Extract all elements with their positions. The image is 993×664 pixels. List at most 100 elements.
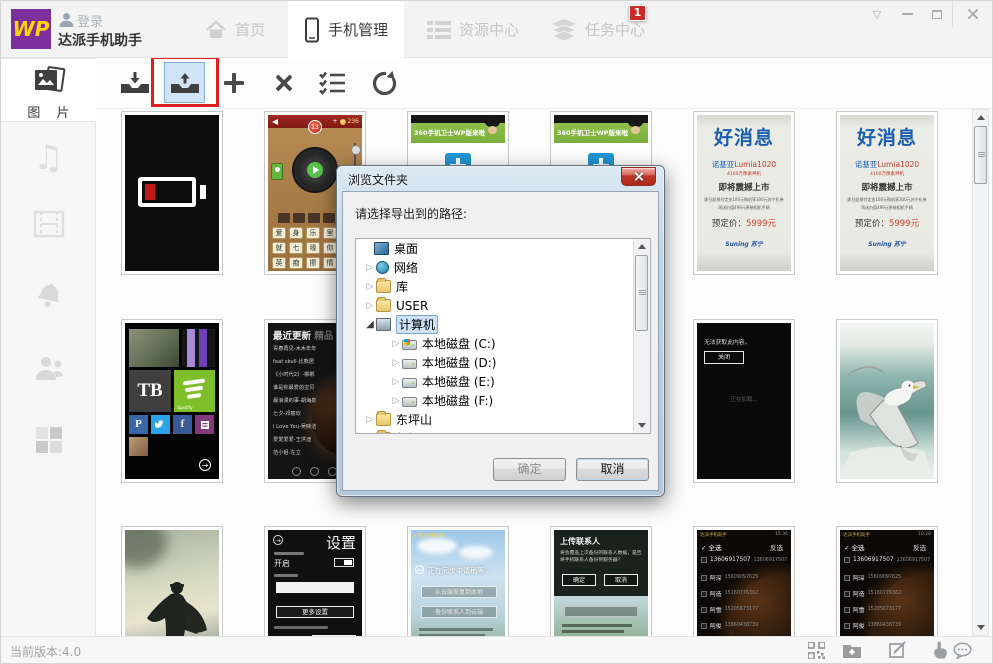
photo-tile xyxy=(129,437,148,456)
photo-thumbnail-start-screen[interactable]: TB Spotify P f → xyxy=(121,319,223,483)
expander-collapsed-icon[interactable]: ▷ xyxy=(364,415,376,425)
expander-collapsed-icon[interactable]: ▷ xyxy=(364,282,376,292)
photo-thumbnail-battery[interactable] xyxy=(121,111,223,275)
refresh-button[interactable] xyxy=(364,63,404,103)
twitter-tile xyxy=(151,415,170,434)
export-folder-button[interactable] xyxy=(841,640,863,660)
expander-collapsed-icon[interactable]: ▷ xyxy=(364,263,376,273)
qr-code-button[interactable] xyxy=(805,640,827,660)
apps-grid-icon xyxy=(35,427,62,453)
import-button[interactable] xyxy=(115,63,155,103)
tree-item-disk-c[interactable]: ▷ 本地磁盘 (C:) xyxy=(356,334,650,353)
tree-item-dongpingshan[interactable]: ▷ 东坪山 xyxy=(356,410,650,429)
tree-scrollbar[interactable] xyxy=(633,239,650,433)
battery-level xyxy=(145,184,155,200)
expander-collapsed-icon[interactable]: ▷ xyxy=(364,434,376,435)
load-error-image: 无法获取此内容。 关闭 正在加载... xyxy=(697,323,791,479)
clock-text: 10:28 xyxy=(918,532,931,537)
cancel-button[interactable]: 取消 xyxy=(576,458,649,481)
poster-spec: 4100万像素神机 xyxy=(870,172,904,177)
settings-title: 设置 xyxy=(325,534,356,552)
select-row: ✓ 全选 反选 xyxy=(701,544,783,552)
tree-item-computer[interactable]: ◢ 计算机 xyxy=(356,315,650,334)
tree-item-user[interactable]: ▷ USER xyxy=(356,296,650,315)
tree-item-disk-d[interactable]: ▷ 本地磁盘 (D:) xyxy=(356,353,650,372)
tree-item-desktop[interactable]: 桌面 xyxy=(356,239,650,258)
tree-item-clipped[interactable]: ▷ 数据 xyxy=(356,429,650,435)
tree-scroll-up-button[interactable] xyxy=(634,239,649,254)
sidebar-item-contacts[interactable] xyxy=(1,354,96,386)
qr-code-icon xyxy=(807,641,825,659)
back-arrow-icon xyxy=(272,119,278,125)
expander-collapsed-icon[interactable]: ▷ xyxy=(390,396,402,406)
poster-brand: 诺基亚Lumia1020 xyxy=(854,160,920,169)
tree-scroll-down-button[interactable] xyxy=(634,418,649,433)
tab-home[interactable]: 首页 xyxy=(191,1,279,58)
scroll-up-button[interactable] xyxy=(973,110,988,125)
checkbox-icon xyxy=(844,606,850,613)
dialog-close-button[interactable] xyxy=(621,167,656,186)
photo-thumbnail-load-error[interactable]: 无法获取此内容。 关闭 正在加载... xyxy=(693,319,795,483)
list-icon xyxy=(427,20,451,39)
minimize-button[interactable] xyxy=(892,1,922,27)
tree-item-libraries[interactable]: ▷ 库 xyxy=(356,277,650,296)
tb-tile: TB xyxy=(129,370,171,412)
add-button[interactable] xyxy=(214,63,254,103)
tab-resource-center[interactable]: 资源中心 xyxy=(413,1,533,58)
hand-pointer-icon xyxy=(934,641,947,659)
sidebar-item-videos[interactable] xyxy=(1,210,96,242)
ok-button[interactable]: 确定 xyxy=(493,458,566,481)
photo-thumbnail-lumia-poster[interactable]: 好消息 诺基亚Lumia1020 4100万像素神机 即将震撼上市 即日起预付定… xyxy=(693,111,795,275)
close-button[interactable] xyxy=(952,1,992,27)
sidebar-item-pictures[interactable]: 图 片 xyxy=(1,58,96,122)
tab-phone-management[interactable]: 手机管理 xyxy=(288,1,404,58)
desktop-icon xyxy=(374,242,389,255)
facebook-tile: f xyxy=(173,415,192,434)
expander-expanded-icon[interactable]: ◢ xyxy=(364,319,376,330)
sidebar-item-apps[interactable] xyxy=(1,426,96,458)
folder-icon xyxy=(376,278,391,293)
tree-item-label: 桌面 xyxy=(394,242,419,256)
login-link[interactable]: 登录 xyxy=(77,11,103,30)
ghost-button xyxy=(564,606,638,617)
tree-item-network[interactable]: ▷ 网络 xyxy=(356,258,650,277)
gesture-button[interactable] xyxy=(929,640,951,660)
coin-icon xyxy=(339,118,346,125)
scroll-thumb[interactable] xyxy=(974,126,987,184)
maximize-button[interactable] xyxy=(922,1,952,27)
expander-collapsed-icon[interactable]: ▷ xyxy=(390,339,402,349)
sidebar: 图 片 ♫ xyxy=(1,58,96,638)
delete-button[interactable] xyxy=(264,63,304,103)
tree-item-disk-f[interactable]: ▷ 本地磁盘 (F:) xyxy=(356,391,650,410)
poster-launch: 即将震撼上市 xyxy=(861,183,913,193)
compose-button[interactable] xyxy=(887,640,909,660)
tree-item-disk-e[interactable]: ▷ 本地磁盘 (E:) xyxy=(356,372,650,391)
speech-bubble-icon xyxy=(953,642,971,659)
expander-collapsed-icon[interactable]: ▷ xyxy=(364,301,376,311)
tree-item-label: 本地磁盘 (F:) xyxy=(422,394,494,408)
home-icon xyxy=(206,19,226,38)
battery-terminal xyxy=(200,185,206,199)
seagull-graphic xyxy=(840,366,934,479)
contact-row: 13606917507 13606917507 xyxy=(844,557,932,563)
photo-thumbnail-lumia-poster[interactable]: 好消息 诺基亚Lumia1020 4100万像素神机 即将震撼上市 即日起预付定… xyxy=(836,111,938,275)
folder-tree: 桌面 ▷ 网络 ▷ 库 ▷ USER ◢ 计算机 ▷ 本地磁盘 (C:) ▷ 本… xyxy=(355,238,651,434)
main-scrollbar[interactable] xyxy=(972,109,989,636)
contact-row: 阿俊 13860438739 xyxy=(701,621,789,630)
expander-collapsed-icon[interactable]: ▷ xyxy=(390,377,402,387)
back-circle-icon: ← xyxy=(415,565,424,574)
expander-collapsed-icon[interactable]: ▷ xyxy=(390,358,402,368)
office-tile xyxy=(195,415,214,434)
player-buttons xyxy=(292,467,337,476)
select-list-button[interactable] xyxy=(312,63,352,103)
lumia-poster-image: 好消息 诺基亚Lumia1020 4100万像素神机 即将震撼上市 即日起预付定… xyxy=(840,115,934,271)
feedback-button[interactable] xyxy=(951,640,973,660)
sync-status-text: 正在同步中请稍等... xyxy=(428,567,491,575)
photo-thumbnail-seagull[interactable] xyxy=(836,319,938,483)
sidebar-item-music[interactable]: ♫ xyxy=(1,138,96,178)
menu-dropdown-button[interactable]: ▽ xyxy=(862,1,892,27)
tree-scroll-thumb[interactable] xyxy=(635,255,648,331)
loading-text: 正在加载... xyxy=(730,397,758,403)
sidebar-item-notifications[interactable] xyxy=(1,282,96,316)
scroll-down-button[interactable] xyxy=(973,620,988,635)
